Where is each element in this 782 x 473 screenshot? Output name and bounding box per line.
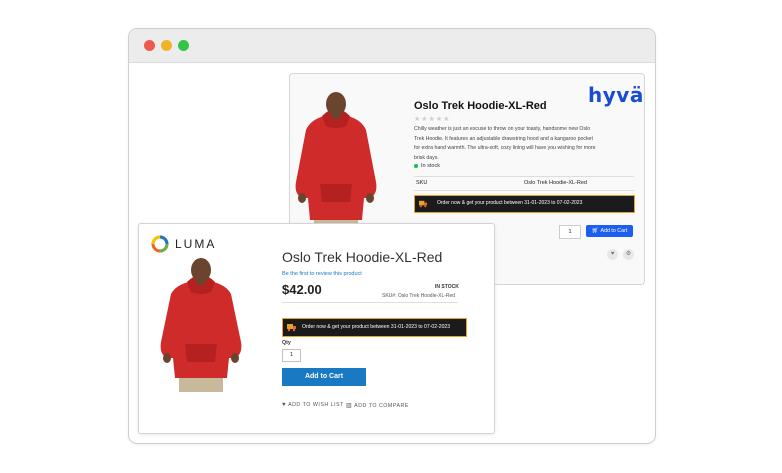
qty-label: Qty <box>282 340 291 346</box>
hyva-logo: hyvä <box>588 83 644 107</box>
window-minimize-button[interactable] <box>161 40 172 51</box>
luma-logo-text: LUMA <box>175 237 217 251</box>
delivery-truck-icon <box>419 200 428 208</box>
heart-icon: ♥ <box>610 251 615 257</box>
sku-label: SKU <box>416 180 428 186</box>
product-title: Oslo Trek Hoodie-XL-Red <box>282 249 443 265</box>
rating-stars: ★★★★★ <box>414 116 451 123</box>
window-close-button[interactable] <box>144 40 155 51</box>
divider <box>282 302 458 303</box>
stock-status: IN STOCK <box>435 284 459 290</box>
delivery-banner-text: Order now & get your product between 31-… <box>437 200 583 206</box>
compare-button[interactable]: ⚙ <box>623 249 634 260</box>
add-to-compare-link[interactable]: ▥ ADD TO COMPARE <box>346 402 409 409</box>
luma-logo: LUMA <box>151 235 231 253</box>
luma-product-card: LUMA Oslo Trek Hoodie-XL-Red Be the firs… <box>138 223 495 434</box>
product-description: Chilly weather is just an excuse to thro… <box>414 126 596 161</box>
stock-status: In stock <box>414 163 440 169</box>
wishlist-button[interactable]: ♥ <box>607 249 618 260</box>
luma-logo-icon <box>151 235 169 253</box>
sku-row: SKU Oslo Trek Hoodie-XL-Red <box>414 176 634 191</box>
delivery-banner-text: Order now & get your product between 31-… <box>302 324 451 330</box>
wishlist-label: ADD TO WISH LIST <box>288 402 344 408</box>
product-price: $42.00 <box>282 282 322 297</box>
window-maximize-button[interactable] <box>178 40 189 51</box>
delivery-banner: Order now & get your product between 31-… <box>414 195 635 213</box>
compare-label: ADD TO COMPARE <box>354 403 409 409</box>
compare-icon: ⚙ <box>625 251 632 257</box>
add-to-cart-button[interactable]: 🛒︎ Add to Cart <box>586 225 633 237</box>
sku-label: SKU#: <box>382 293 397 299</box>
sku-row: SKU#: Oslo Trek Hoodie-XL-Red <box>382 293 455 299</box>
qty-input[interactable]: 1 <box>282 349 301 362</box>
review-link[interactable]: Be the first to review this product <box>282 271 362 277</box>
sku-value: Oslo Trek Hoodie-XL-Red <box>397 293 456 299</box>
delivery-truck-icon <box>287 324 296 332</box>
product-title: Oslo Trek Hoodie-XL-Red <box>414 100 547 112</box>
stock-status-label: In stock <box>421 163 440 169</box>
delivery-banner: Order now & get your product between 31-… <box>282 318 467 337</box>
add-to-cart-label: Add to Cart <box>600 228 628 234</box>
add-to-wishlist-link[interactable]: ♥ ADD TO WISH LIST <box>282 402 344 408</box>
browser-titlebar <box>129 29 655 63</box>
product-image <box>160 258 242 392</box>
in-stock-dot-icon <box>414 163 418 168</box>
cart-icon: 🛒︎ <box>591 228 599 234</box>
product-image <box>295 92 377 236</box>
heart-icon: ♥ <box>282 402 287 408</box>
sku-value: Oslo Trek Hoodie-XL-Red <box>524 180 587 186</box>
qty-input[interactable]: 1 <box>559 225 581 239</box>
add-to-cart-button[interactable]: Add to Cart <box>282 368 366 386</box>
compare-icon: ▥ <box>346 403 353 409</box>
